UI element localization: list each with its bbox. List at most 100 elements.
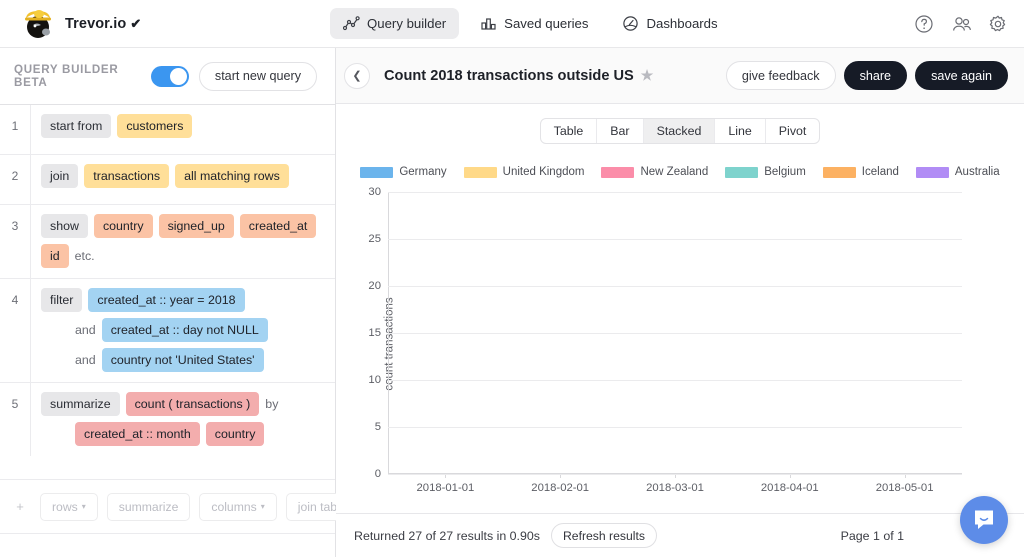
viz-tab-line[interactable]: Line [714,119,764,143]
give-feedback-button[interactable]: give feedback [726,61,836,90]
x-axis-tick-label: 2018-02-01 [503,474,618,494]
query-chip-agg[interactable]: created_at :: month [75,422,200,446]
y-axis-tick-label: 15 [368,327,388,339]
brand-check-icon: ✔ [130,16,141,32]
query-chip-verb[interactable]: start from [41,114,111,138]
columns-button[interactable]: columns ▾ [199,493,276,521]
left-panel-filler [0,533,335,557]
legend-item[interactable]: United Kingdom [464,166,585,178]
bar-chart-icon [480,15,497,32]
query-line: showcountrysigned_upcreated_atid etc. [41,214,327,268]
query-chip-filter[interactable]: created_at :: year = 2018 [88,288,244,312]
viz-tab-table[interactable]: Table [541,119,597,143]
help-icon[interactable] [914,14,934,34]
chevron-down-icon: ▾ [82,503,86,511]
query-rows: 1start fromcustomers2jointransactionsall… [0,104,335,479]
query-chip-verb[interactable]: filter [41,288,82,312]
chevron-left-icon[interactable]: ❮ [344,63,370,89]
query-chip-table[interactable]: transactions [84,164,169,188]
y-axis-tick-label: 0 [375,468,388,480]
line-chart-icon [343,15,360,32]
page-title: Count 2018 transactions outside US ★ [384,67,653,84]
query-line: start fromcustomers [41,114,327,138]
query-chip-verb[interactable]: show [41,214,88,238]
query-chip-column[interactable]: signed_up [159,214,234,238]
grid-line [388,474,962,475]
start-new-query-button[interactable]: start new query [199,62,317,91]
legend-item[interactable]: Germany [360,166,446,178]
people-icon[interactable] [951,14,971,34]
miner-avatar-logo-icon [22,8,56,40]
query-conjunction: by [265,397,278,411]
legend-item[interactable]: Australia [916,166,1000,178]
viz-tab-bar[interactable]: Bar [596,119,642,143]
query-row-body: summarizecount ( transactions ) by created… [31,383,335,456]
columns-button-label: columns [211,500,256,514]
legend-item[interactable]: New Zealand [601,166,708,178]
tab-dashboards[interactable]: Dashboards [609,8,730,39]
viz-tab-stacked[interactable]: Stacked [643,119,715,143]
query-conjunction: and [75,353,96,367]
query-chip-agg[interactable]: country [206,422,265,446]
results-header: ❮ Count 2018 transactions outside US ★ g… [336,48,1024,104]
refresh-results-button[interactable]: Refresh results [551,523,657,548]
query-chip-table[interactable]: customers [117,114,192,138]
top-nav: Query builder Saved queries [330,8,731,39]
query-row-number: 2 [0,155,31,204]
add-row-bar: + rows ▾ summarize columns ▾ join table [0,479,335,533]
top-bar-actions [914,0,1008,48]
query-line: andcreated_at :: day not NULL [41,318,327,342]
brand[interactable]: Trevor.io ✔ [0,8,330,40]
query-chip-verb[interactable]: summarize [41,392,120,416]
legend-label: Iceland [862,166,899,178]
legend-item[interactable]: Belgium [725,166,806,178]
y-axis-tick-label: 30 [368,186,388,198]
query-row-number: 4 [0,279,31,382]
query-chip-verb[interactable]: join [41,164,78,188]
query-chip-filter[interactable]: created_at :: day not NULL [102,318,268,342]
query-line: jointransactionsall matching rows [41,164,327,188]
results-panel: ❮ Count 2018 transactions outside US ★ g… [336,48,1024,557]
gear-icon[interactable] [988,14,1008,34]
chart-area: TableBarStackedLinePivot Germany United K… [336,104,1024,513]
summarize-button-label: summarize [119,500,179,514]
chat-bubble-icon[interactable] [960,496,1008,544]
legend-label: United Kingdom [503,166,585,178]
tab-saved-queries[interactable]: Saved queries [467,8,601,39]
query-builder-title: QUERY BUILDER BETA [14,63,141,89]
page-info: Page 1 of 1 [841,529,904,543]
y-axis-tick-label: 10 [368,374,388,386]
add-row-button[interactable]: + [10,499,30,514]
query-builder-beta-toggle[interactable] [151,66,189,87]
query-conjunction: etc. [75,249,95,263]
legend-item[interactable]: Iceland [823,166,899,178]
top-bar: Trevor.io ✔ Query builder [0,0,1024,48]
tab-query-builder[interactable]: Query builder [330,8,459,39]
query-chip-column[interactable]: created_at [240,214,317,238]
query-row-body: filtercreated_at :: year = 2018andcreate… [31,279,335,382]
query-chip-filter[interactable]: country not 'United States' [102,348,264,372]
query-row-body: jointransactionsall matching rows [31,155,335,204]
query-row-body: showcountrysigned_upcreated_atid etc. [31,205,335,278]
star-icon[interactable]: ★ [641,67,654,84]
brand-name-text: Trevor.io [65,16,126,32]
summarize-button[interactable]: summarize [107,493,191,521]
query-chip-column[interactable]: country [94,214,153,238]
query-row-number: 5 [0,383,31,456]
body: QUERY BUILDER BETA start new query 1star… [0,48,1024,557]
viz-tab-pivot[interactable]: Pivot [765,119,820,143]
query-chip-table[interactable]: all matching rows [175,164,289,188]
grid-line [388,427,962,428]
save-again-button[interactable]: save again [915,61,1008,90]
brand-name: Trevor.io ✔ [65,16,141,32]
share-button[interactable]: share [844,61,908,90]
x-axis-tick-label: 2018-04-01 [732,474,847,494]
query-chip-column[interactable]: id [41,244,69,268]
legend-label: Belgium [764,166,806,178]
legend-swatch [916,167,949,178]
query-chip-agg[interactable]: count ( transactions ) [126,392,260,416]
plot-wrapper: count transactions 2018-01-012018-02-012… [336,184,1024,504]
legend-swatch [823,167,856,178]
rows-button[interactable]: rows ▾ [40,493,98,521]
query-line: created_at :: monthcountry [41,422,327,446]
